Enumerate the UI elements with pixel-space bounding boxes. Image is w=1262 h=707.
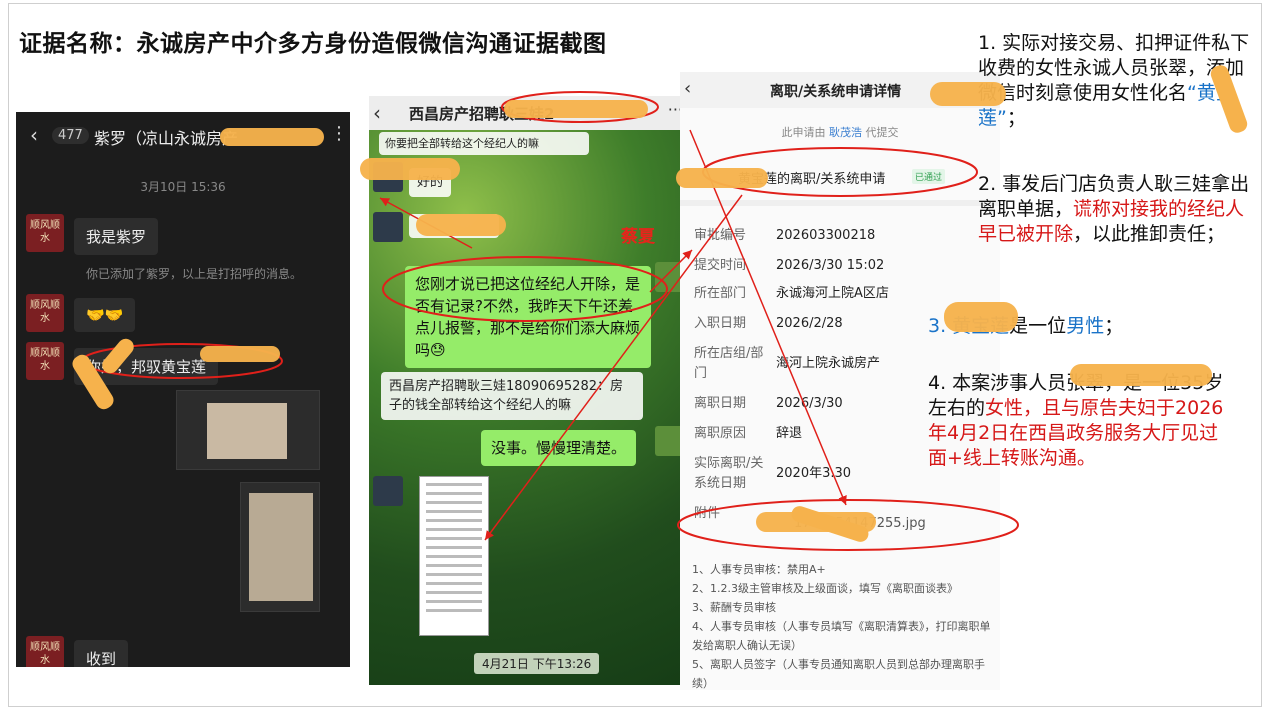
message-bubble [409,214,499,238]
note-1: 1. 实际对接交易、扣押证件私下收费的女性永诚人员张翠，添加微信时刻意使用女性化… [978,32,1250,129]
message-bubble-sent: 没事。慢慢理清楚。 [481,430,637,466]
chat-header: ‹ 477 紫罗（凉山永诚房产 ⋮ [16,112,350,158]
avatar[interactable]: 顺风顺水 [26,636,64,667]
avatar[interactable] [373,212,403,242]
note-3: 3. 黄宝莲是一位男性； [928,315,1124,337]
applicant-title: 黄宝莲的离职/关系统申请 [738,172,886,187]
form-screenshot-thumbnail[interactable] [419,476,489,636]
back-arrow-icon[interactable]: ‹ [373,101,381,125]
message-bubble: 我是紫罗 [74,218,159,255]
avatar[interactable]: 顺风顺水 [26,342,64,380]
annotation-label: 蔡夏 [621,227,655,247]
chat-header: ‹ 西昌房产招聘耿三娃2 ··· [369,96,687,130]
submitter-name: 耿茂浩 [829,126,862,139]
avatar[interactable]: 顺风顺水 [26,294,64,332]
message-bubble: 🤝🤝 [74,298,136,332]
back-arrow-icon[interactable]: ‹ [684,78,691,99]
divider [680,200,1000,206]
message-bubble: 收到 [74,640,129,667]
system-message: 你已添加了紫罗，以上是打招呼的消息。 [86,267,303,281]
note-2: 2. 事发后门店负责人耿三娃拿出离职单据，谎称对接我的经纪人早已被开除，以此推卸… [978,173,1250,245]
certificate-thumbnail [207,403,287,459]
status-badge: 已通过 [912,169,946,184]
note-4: 4. 本案涉事人员张翠，是一位35岁左右的女性，且与原告夫妇于2026年4月2日… [928,372,1224,469]
message-bubble: 好的 [409,168,452,197]
screenshot-chat-zhiluo: ‹ 477 紫罗（凉山永诚房产 ⋮ 3月10日 15:36 顺风顺水 我是紫罗 … [16,112,350,667]
approval-steps: 1、人事专员审核：禁用A+ 2、1.2.3级主管审核及上级面谈，填写《离职面谈表… [692,563,991,690]
image-message[interactable] [240,482,320,612]
chat-title: 西昌房产招聘耿三娃2 [409,105,555,123]
avatar[interactable]: 顺风顺水 [26,214,64,252]
chat-timestamp: 3月10日 15:36 [140,180,226,194]
image-message[interactable] [176,390,320,470]
avatar[interactable] [373,476,403,506]
back-arrow-icon[interactable]: ‹ [30,123,38,147]
chat-timestamp: 4月21日 下午13:26 [474,653,600,674]
contact-name: 紫罗（凉山永诚房产 [94,129,239,148]
screenshot-chat-recruiter: ‹ 西昌房产招聘耿三娃2 ··· 你要把全部转给这个经纪人的嘛 好的 蔡夏 您刚… [369,96,687,685]
quoted-message: 西昌房产招聘耿三娃18090695282：房子的钱全部转给这个经纪人的嘛 [381,372,643,420]
message-bubble: 你好，邦驭黄宝莲 [74,348,219,385]
document-title: 证据名称：永诚房产中介多方身份造假微信沟通证据截图 [19,31,607,57]
avatar[interactable] [373,162,403,192]
more-icon[interactable]: ⋮ [330,123,348,144]
submitted-on-behalf: 此申请由 耿茂浩 代提交 [781,126,899,139]
form-title: 离职/关系统申请详情 [770,84,902,100]
partial-message: 你要把全部转给这个经纪人的嘛 [379,132,589,155]
document-thumbnail [249,493,313,601]
form-header: ‹ 离职/关系统申请详情 [680,72,1000,108]
unread-count-badge: 477 [52,127,89,144]
message-bubble-sent: 您刚才说已把这位经纪人开除，是否有记录?不然，我昨天下午还差点儿报警，那不是给你… [405,266,651,368]
